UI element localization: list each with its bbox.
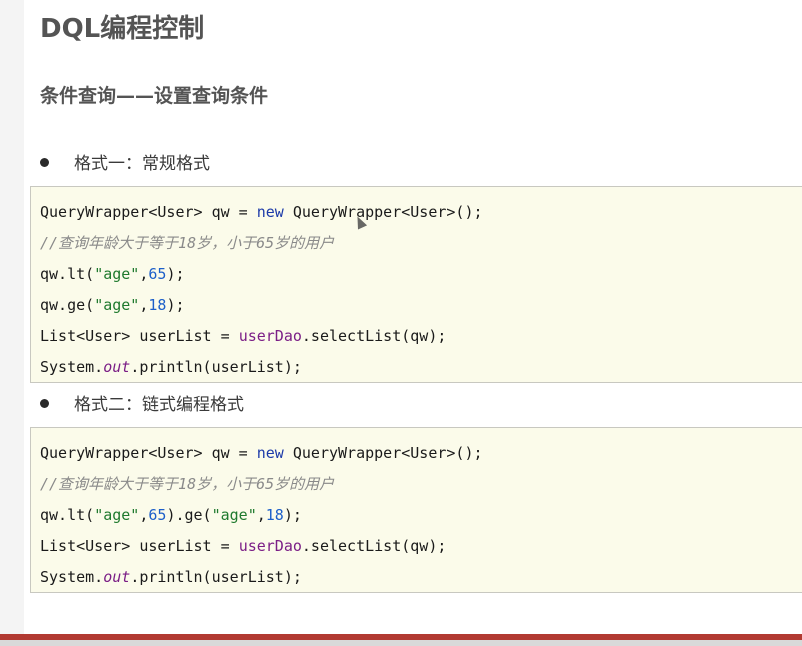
code-token: QueryWrapper<User> qw = <box>40 444 257 462</box>
code-line: //查询年龄大于等于18岁，小于65岁的用户 <box>40 469 802 500</box>
code-token: "age" <box>94 296 140 314</box>
code-token: 18 <box>148 296 167 314</box>
code-token: out <box>103 358 131 376</box>
code-token: List<User> userList = <box>40 537 239 555</box>
code-token: ); <box>166 296 185 314</box>
code-token: 65 <box>148 265 167 283</box>
code-token: //查询年龄大于等于18岁，小于65岁的用户 <box>40 234 335 252</box>
code-token: ).ge( <box>166 506 212 524</box>
bullet-dot-icon <box>40 157 49 167</box>
code-block-format-2: QueryWrapper<User> qw = new QueryWrapper… <box>30 427 802 593</box>
code-line: qw.lt("age",65).ge("age",18); <box>40 500 802 531</box>
code-line: List<User> userList = userDao.selectList… <box>40 321 802 352</box>
code-token: "age" <box>94 506 140 524</box>
code-token: "age" <box>94 265 140 283</box>
code-token: //查询年龄大于等于18岁，小于65岁的用户 <box>40 475 335 493</box>
code-line: qw.ge("age",18); <box>40 290 802 321</box>
code-token: qw.ge( <box>40 296 95 314</box>
code-token: 18 <box>265 506 284 524</box>
code-line: //查询年龄大于等于18岁，小于65岁的用户 <box>40 228 802 259</box>
code-line: List<User> userList = userDao.selectList… <box>40 531 802 562</box>
code-token: System. <box>40 358 104 376</box>
code-line: System.out.println(userList); <box>40 562 802 593</box>
bullet-format-2-label: 格式二：链式编程格式 <box>74 395 244 415</box>
code-token: , <box>256 506 266 524</box>
section-title: 条件查询——设置查询条件 <box>40 85 269 107</box>
bullet-format-2: 格式二：链式编程格式 <box>40 392 244 418</box>
bullet-format-1: 格式一：常规格式 <box>40 151 210 177</box>
code-token: QueryWrapper<User> qw = <box>40 203 257 221</box>
code-token: "age" <box>211 506 257 524</box>
code-line: QueryWrapper<User> qw = new QueryWrapper… <box>40 438 802 469</box>
code-token: .selectList(qw); <box>301 537 447 555</box>
code-token: userDao <box>238 327 302 345</box>
code-token: .selectList(qw); <box>301 327 447 345</box>
code-line: System.out.println(userList); <box>40 352 802 383</box>
code-token: qw.lt( <box>40 506 95 524</box>
code-token: ); <box>166 265 185 283</box>
code-token: System. <box>40 568 104 586</box>
page-title: DQL编程控制 <box>40 14 205 44</box>
code-line: qw.lt("age",65); <box>40 259 802 290</box>
bullet-dot-icon <box>40 398 49 408</box>
code-line: QueryWrapper<User> qw = new QueryWrapper… <box>40 197 802 228</box>
code-token: List<User> userList = <box>40 327 239 345</box>
code-token: new <box>256 444 284 462</box>
code-token: QueryWrapper<User>(); <box>283 203 483 221</box>
code-token: new <box>256 203 284 221</box>
left-margin-strip <box>0 0 24 646</box>
code-token: QueryWrapper<User>(); <box>283 444 483 462</box>
code-token: userDao <box>238 537 302 555</box>
code-token: ); <box>283 506 302 524</box>
code-token: 65 <box>148 506 167 524</box>
bullet-format-1-label: 格式一：常规格式 <box>74 154 210 174</box>
code-token: .println(userList); <box>130 568 302 586</box>
code-token: .println(userList); <box>130 358 302 376</box>
code-block-format-1: QueryWrapper<User> qw = new QueryWrapper… <box>30 186 802 383</box>
code-token: qw.lt( <box>40 265 95 283</box>
code-token: out <box>103 568 131 586</box>
bottom-shade <box>0 640 802 646</box>
